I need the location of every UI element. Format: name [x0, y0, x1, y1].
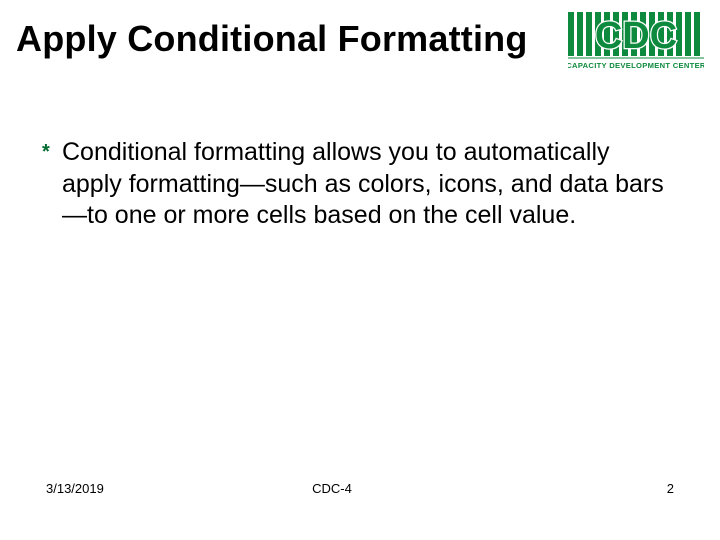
- footer-date: 3/13/2019: [46, 481, 104, 496]
- bullet-marker-icon: *: [42, 137, 62, 167]
- content-area: * Conditional formatting allows you to a…: [16, 137, 700, 232]
- slide-title: Apply Conditional Formatting: [16, 18, 528, 59]
- slide: Apply Conditional Formatting: [0, 0, 720, 540]
- logo-abbr: CDC: [595, 15, 677, 57]
- logo-subtitle: CAPACITY DEVELOPMENT CENTER: [568, 61, 704, 70]
- footer: 3/13/2019 CDC-4 2: [0, 481, 720, 496]
- footer-center: CDC-4: [0, 481, 720, 496]
- bullet-text: Conditional formatting allows you to aut…: [62, 137, 672, 232]
- header: Apply Conditional Formatting: [16, 18, 700, 75]
- cdc-logo-icon: CDC CAPACITY DEVELOPMENT CENTER: [568, 12, 704, 70]
- footer-page-number: 2: [667, 481, 674, 496]
- bullet-item: * Conditional formatting allows you to a…: [42, 137, 672, 232]
- logo: CDC CAPACITY DEVELOPMENT CENTER: [568, 12, 704, 75]
